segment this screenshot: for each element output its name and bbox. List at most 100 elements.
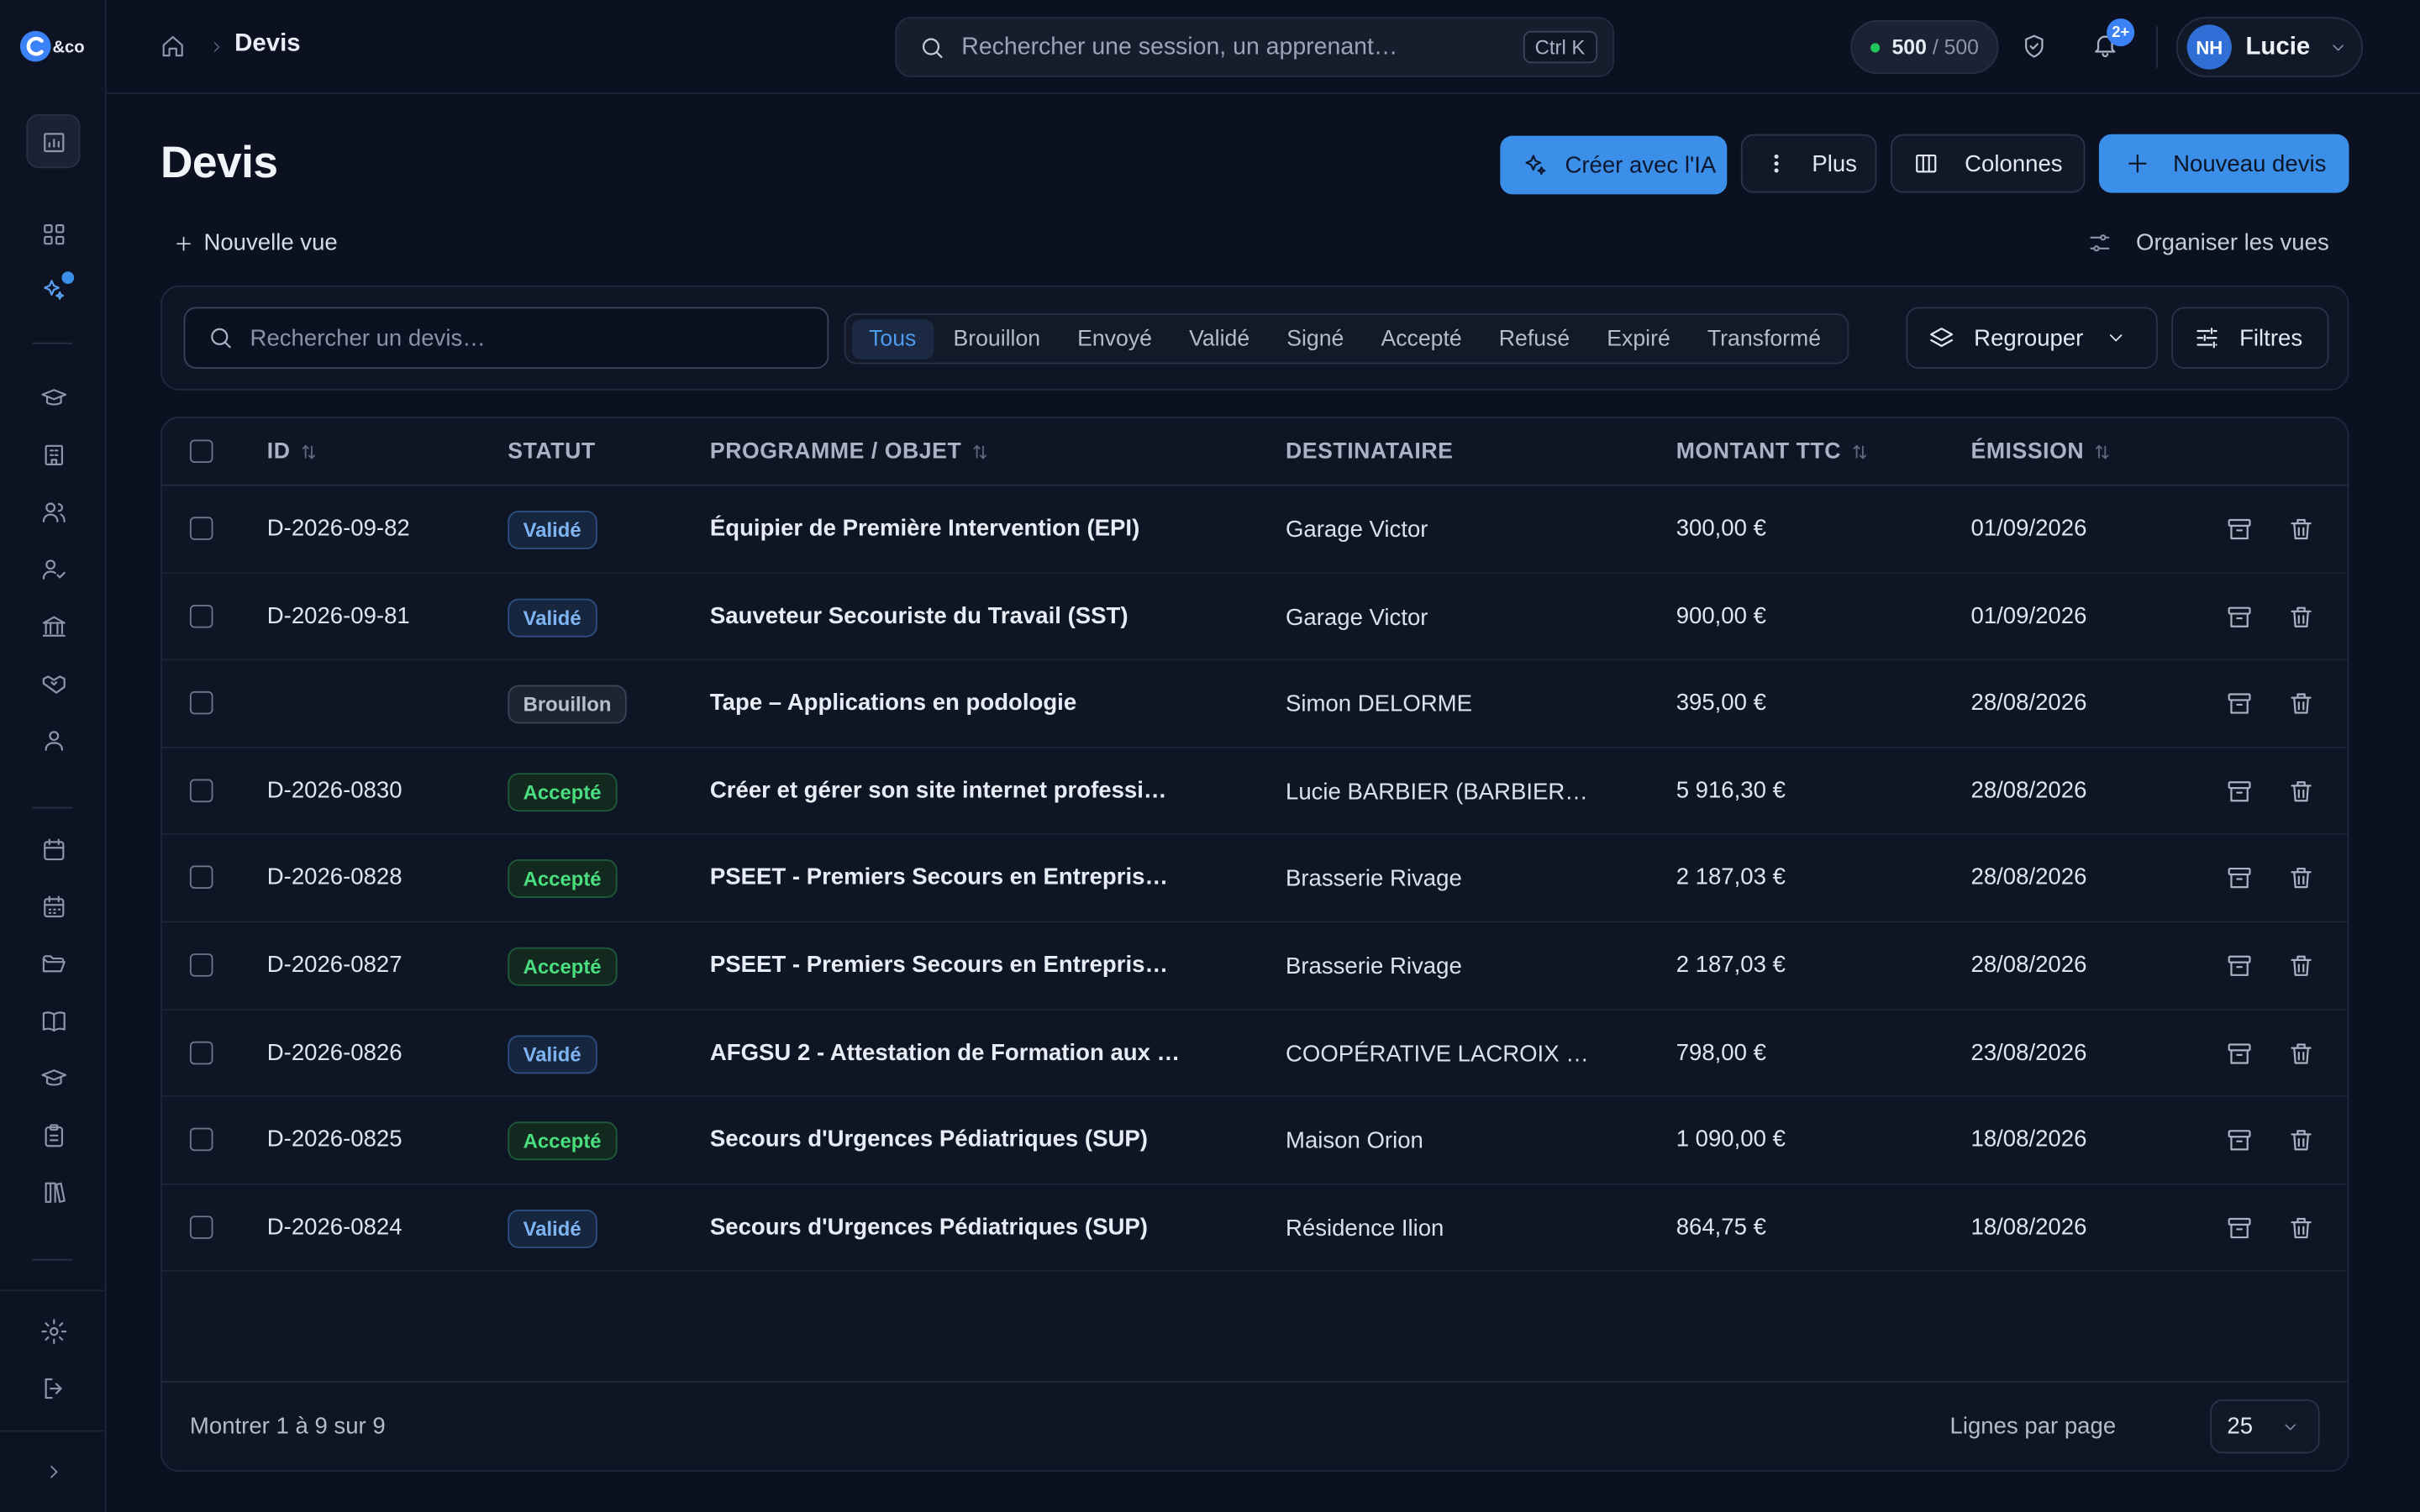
row-checkbox[interactable] — [189, 604, 213, 627]
archive-button[interactable] — [2226, 1039, 2254, 1067]
sidebar-item-learners[interactable] — [26, 485, 80, 538]
tab-1[interactable]: Brouillon — [936, 318, 1057, 359]
sidebar-item-documents[interactable] — [26, 937, 80, 990]
select-all-checkbox[interactable] — [189, 439, 213, 464]
sidebar-item-funders[interactable] — [26, 599, 80, 653]
tab-3[interactable]: Validé — [1172, 318, 1266, 359]
table-row[interactable]: D-2026-0828 Accepté PSEET - Premiers Secou… — [161, 835, 2348, 923]
sidebar-item-trainers[interactable] — [26, 542, 80, 596]
archive-button[interactable] — [2226, 777, 2254, 805]
tab-4[interactable]: Signé — [1270, 318, 1361, 359]
quote-id[interactable]: D-2026-0826 — [267, 1039, 402, 1065]
sidebar-item-library[interactable] — [26, 1165, 80, 1219]
sidebar-item-sessions[interactable] — [26, 879, 80, 933]
quote-id[interactable]: D-2026-0824 — [267, 1214, 402, 1240]
quote-search-input[interactable] — [250, 324, 828, 351]
col-program[interactable]: PROGRAMME / OBJET — [710, 439, 989, 465]
quote-program[interactable]: AFGSU 2 - Attestation de Formation aux G… — [710, 1039, 1181, 1065]
tab-7[interactable]: Expiré — [1590, 318, 1687, 359]
sidebar-item-formations[interactable] — [26, 370, 80, 424]
tab-8[interactable]: Transformé — [1691, 318, 1839, 359]
sidebar-item-logout[interactable] — [26, 1361, 80, 1415]
quote-program[interactable]: Secours d'Urgences Pédiatriques (SUP) — [710, 1214, 1148, 1240]
group-by-button[interactable]: Regrouper — [1906, 307, 2158, 369]
table-row[interactable]: Brouillon Tape – Applications en podologi… — [161, 660, 2348, 748]
archive-button[interactable] — [2226, 602, 2254, 630]
quote-id[interactable]: D-2026-0825 — [267, 1126, 402, 1152]
organize-views-button[interactable]: Organiser les vues — [2086, 230, 2329, 256]
row-checkbox[interactable] — [189, 1041, 213, 1064]
archive-button[interactable] — [2226, 952, 2254, 979]
sidebar-item-training[interactable] — [26, 1051, 80, 1105]
row-checkbox[interactable] — [189, 866, 213, 890]
table-row[interactable]: D-2026-0825 Accepté Secours d'Urgences Péd… — [161, 1097, 2348, 1185]
quote-program[interactable]: Équipier de Première Intervention (EPI) — [710, 515, 1139, 541]
table-row[interactable]: D-2026-0830 Accepté Créer et gérer son sit… — [161, 748, 2348, 836]
delete-button[interactable] — [2287, 690, 2315, 717]
row-checkbox[interactable] — [189, 953, 213, 977]
global-search-input[interactable] — [961, 33, 1523, 61]
sidebar-item-overview[interactable] — [26, 207, 80, 260]
rows-per-page-select[interactable]: 25 — [2210, 1399, 2320, 1454]
create-with-ai-button[interactable]: Créer avec l'IA — [1500, 135, 1728, 195]
delete-button[interactable] — [2287, 777, 2315, 805]
more-button[interactable]: Plus — [1740, 134, 1877, 193]
archive-button[interactable] — [2226, 515, 2254, 543]
table-row[interactable]: D-2026-09-81 Validé Sauveteur Secouriste d… — [161, 574, 2348, 661]
breadcrumb-home[interactable] — [159, 33, 187, 60]
sidebar-item-calendar[interactable] — [26, 822, 80, 876]
table-row[interactable]: D-2026-0824 Validé Secours d'Urgences Pédi… — [161, 1184, 2348, 1273]
sidebar-item-companies[interactable] — [26, 428, 80, 481]
quote-search[interactable] — [183, 307, 829, 369]
sidebar-item-quotes[interactable] — [26, 1108, 80, 1162]
delete-button[interactable] — [2287, 1214, 2315, 1242]
row-checkbox[interactable] — [189, 691, 213, 715]
columns-button[interactable]: Colonnes — [1890, 134, 2086, 193]
security-button[interactable] — [2020, 33, 2048, 60]
global-search[interactable]: Ctrl K — [895, 17, 1615, 77]
sidebar-item-ai[interactable] — [26, 262, 80, 316]
tab-6[interactable]: Refusé — [1482, 318, 1587, 359]
sidebar-item-partners[interactable] — [26, 656, 80, 710]
quote-id[interactable]: D-2026-0828 — [267, 864, 402, 890]
row-checkbox[interactable] — [189, 1127, 213, 1152]
delete-button[interactable] — [2287, 602, 2315, 630]
quote-program[interactable]: PSEET - Premiers Secours en Entreprise e… — [710, 952, 1181, 978]
table-row[interactable]: D-2026-0826 Validé AFGSU 2 - Attestation d… — [161, 1010, 2348, 1098]
tab-5[interactable]: Accepté — [1364, 318, 1479, 359]
table-row[interactable]: D-2026-09-82 Validé Équipier de Première I… — [161, 486, 2348, 574]
delete-button[interactable] — [2287, 515, 2315, 543]
quote-program[interactable]: Sauveteur Secouriste du Travail (SST) — [710, 602, 1128, 628]
col-amount[interactable]: MONTANT TTC — [1676, 439, 1869, 465]
table-row[interactable]: D-2026-0827 Accepté PSEET - Premiers Secou… — [161, 922, 2348, 1011]
col-id[interactable]: ID — [267, 439, 318, 465]
sidebar-item-contacts[interactable] — [26, 713, 80, 767]
row-checkbox[interactable] — [189, 517, 213, 540]
quote-id[interactable]: D-2026-09-81 — [267, 602, 410, 628]
user-menu[interactable]: NH Lucie — [2175, 17, 2364, 77]
quote-program[interactable]: Tape – Applications en podologie — [710, 690, 1076, 716]
delete-button[interactable] — [2287, 864, 2315, 892]
quote-id[interactable]: D-2026-09-82 — [267, 515, 410, 541]
new-view-button[interactable]: Nouvelle vue — [173, 230, 338, 256]
quote-id[interactable]: D-2026-0830 — [267, 777, 402, 803]
tab-2[interactable]: Envoyé — [1060, 318, 1169, 359]
quote-id[interactable]: D-2026-0827 — [267, 952, 402, 978]
sidebar-item-dashboard[interactable] — [26, 113, 81, 169]
row-checkbox[interactable] — [189, 1215, 213, 1239]
tab-0[interactable]: Tous — [851, 318, 934, 360]
new-quote-button[interactable]: Nouveau devis — [2098, 134, 2349, 193]
quote-program[interactable]: Secours d'Urgences Pédiatriques (SUP) — [710, 1126, 1148, 1152]
sidebar-expand-button[interactable] — [26, 1444, 80, 1498]
archive-button[interactable] — [2226, 864, 2254, 892]
credits-counter[interactable]: 500 / 500 — [1850, 19, 1999, 75]
delete-button[interactable] — [2287, 952, 2315, 979]
app-logo[interactable]: &co — [18, 28, 89, 65]
archive-button[interactable] — [2226, 1214, 2254, 1242]
quote-program[interactable]: Créer et gérer son site internet profess… — [710, 777, 1181, 803]
col-date[interactable]: ÉMISSION — [1971, 439, 2112, 465]
sidebar-item-catalog[interactable] — [26, 994, 80, 1047]
quote-program[interactable]: PSEET - Premiers Secours en Entreprise e… — [710, 864, 1181, 890]
archive-button[interactable] — [2226, 690, 2254, 717]
row-checkbox[interactable] — [189, 779, 213, 802]
